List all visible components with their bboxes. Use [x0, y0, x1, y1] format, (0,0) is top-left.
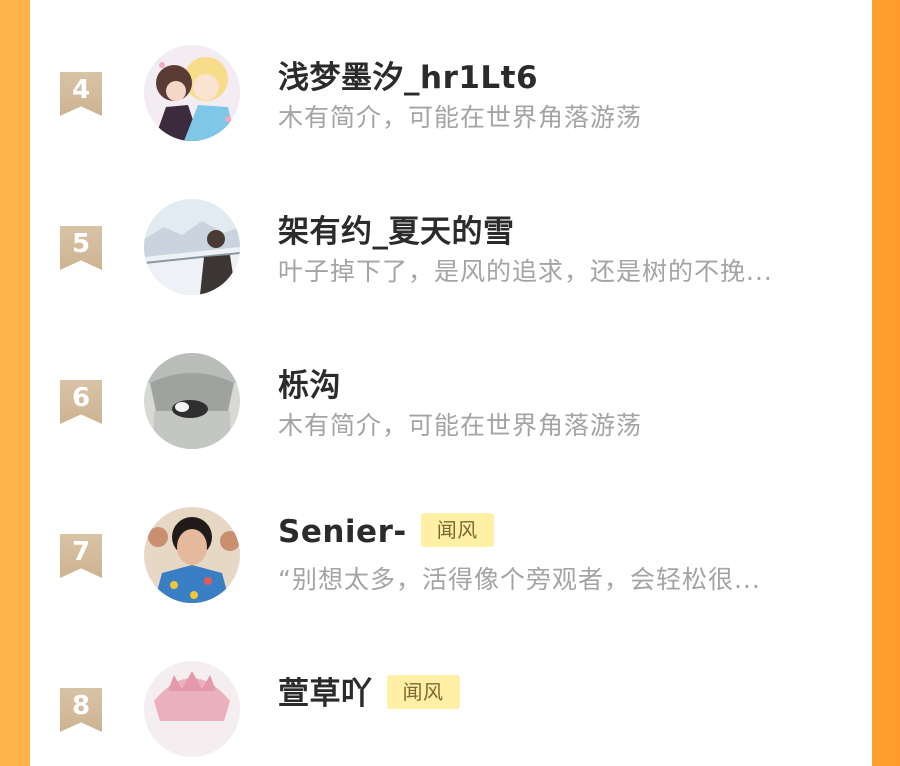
user-tag-badge: 闻风	[420, 512, 494, 547]
avatar[interactable]	[144, 45, 240, 141]
avatar[interactable]	[144, 199, 240, 295]
list-item[interactable]: 8 萱草吖 闻风	[30, 646, 872, 766]
avatar[interactable]	[144, 661, 240, 757]
user-name[interactable]: Senier- 闻风	[278, 512, 494, 551]
rank-badge: 5	[60, 226, 102, 270]
user-description: 木有简介，可能在世界角落游荡	[278, 103, 643, 132]
rank-badge: 6	[60, 380, 102, 424]
list-item[interactable]: 4 浅梦墨汐_hr1Lt6 木有简介，可能在世界角落游荡	[30, 30, 872, 150]
user-name-text: 萱草吖	[278, 676, 373, 712]
ranking-list: 4 浅梦墨汐_hr1Lt6 木有简介，可能在世界角落游荡 5 架有约_夏天的雪 …	[30, 0, 872, 757]
avatar[interactable]	[144, 507, 240, 603]
rank-badge: 7	[60, 534, 102, 578]
avatar[interactable]	[144, 353, 240, 449]
user-tag-badge: 闻风	[386, 674, 460, 709]
user-name[interactable]: 浅梦墨汐_hr1Lt6	[278, 52, 538, 97]
rank-badge: 8	[60, 688, 102, 732]
list-item[interactable]: 5 架有约_夏天的雪 叶子掉下了，是风的追求，还是树的不挽...	[30, 184, 872, 304]
cat-statue-avatar-icon	[144, 353, 240, 449]
anime-couple-avatar-icon	[144, 45, 240, 141]
user-name[interactable]: 架有约_夏天的雪	[278, 206, 515, 251]
user-name[interactable]: 栎沟	[278, 360, 341, 405]
list-item[interactable]: 6 栎沟 木有简介，可能在世界角落游荡	[30, 338, 872, 458]
user-description: 木有简介，可能在世界角落游荡	[278, 411, 643, 440]
man-portrait-avatar-icon	[144, 507, 240, 603]
snow-scene-avatar-icon	[144, 199, 240, 295]
list-item[interactable]: 7 Senier- 闻风 “别想太多，活得像个旁观者，会轻松很...	[30, 492, 872, 612]
user-description: 叶子掉下了，是风的追求，还是树的不挽...	[278, 257, 773, 286]
rank-badge: 4	[60, 72, 102, 116]
user-name[interactable]: 萱草吖 闻风	[278, 668, 460, 713]
user-name-text: Senier-	[278, 514, 407, 550]
user-description: “别想太多，活得像个旁观者，会轻松很...	[278, 565, 761, 594]
anime-pink-hair-avatar-icon	[144, 661, 240, 757]
